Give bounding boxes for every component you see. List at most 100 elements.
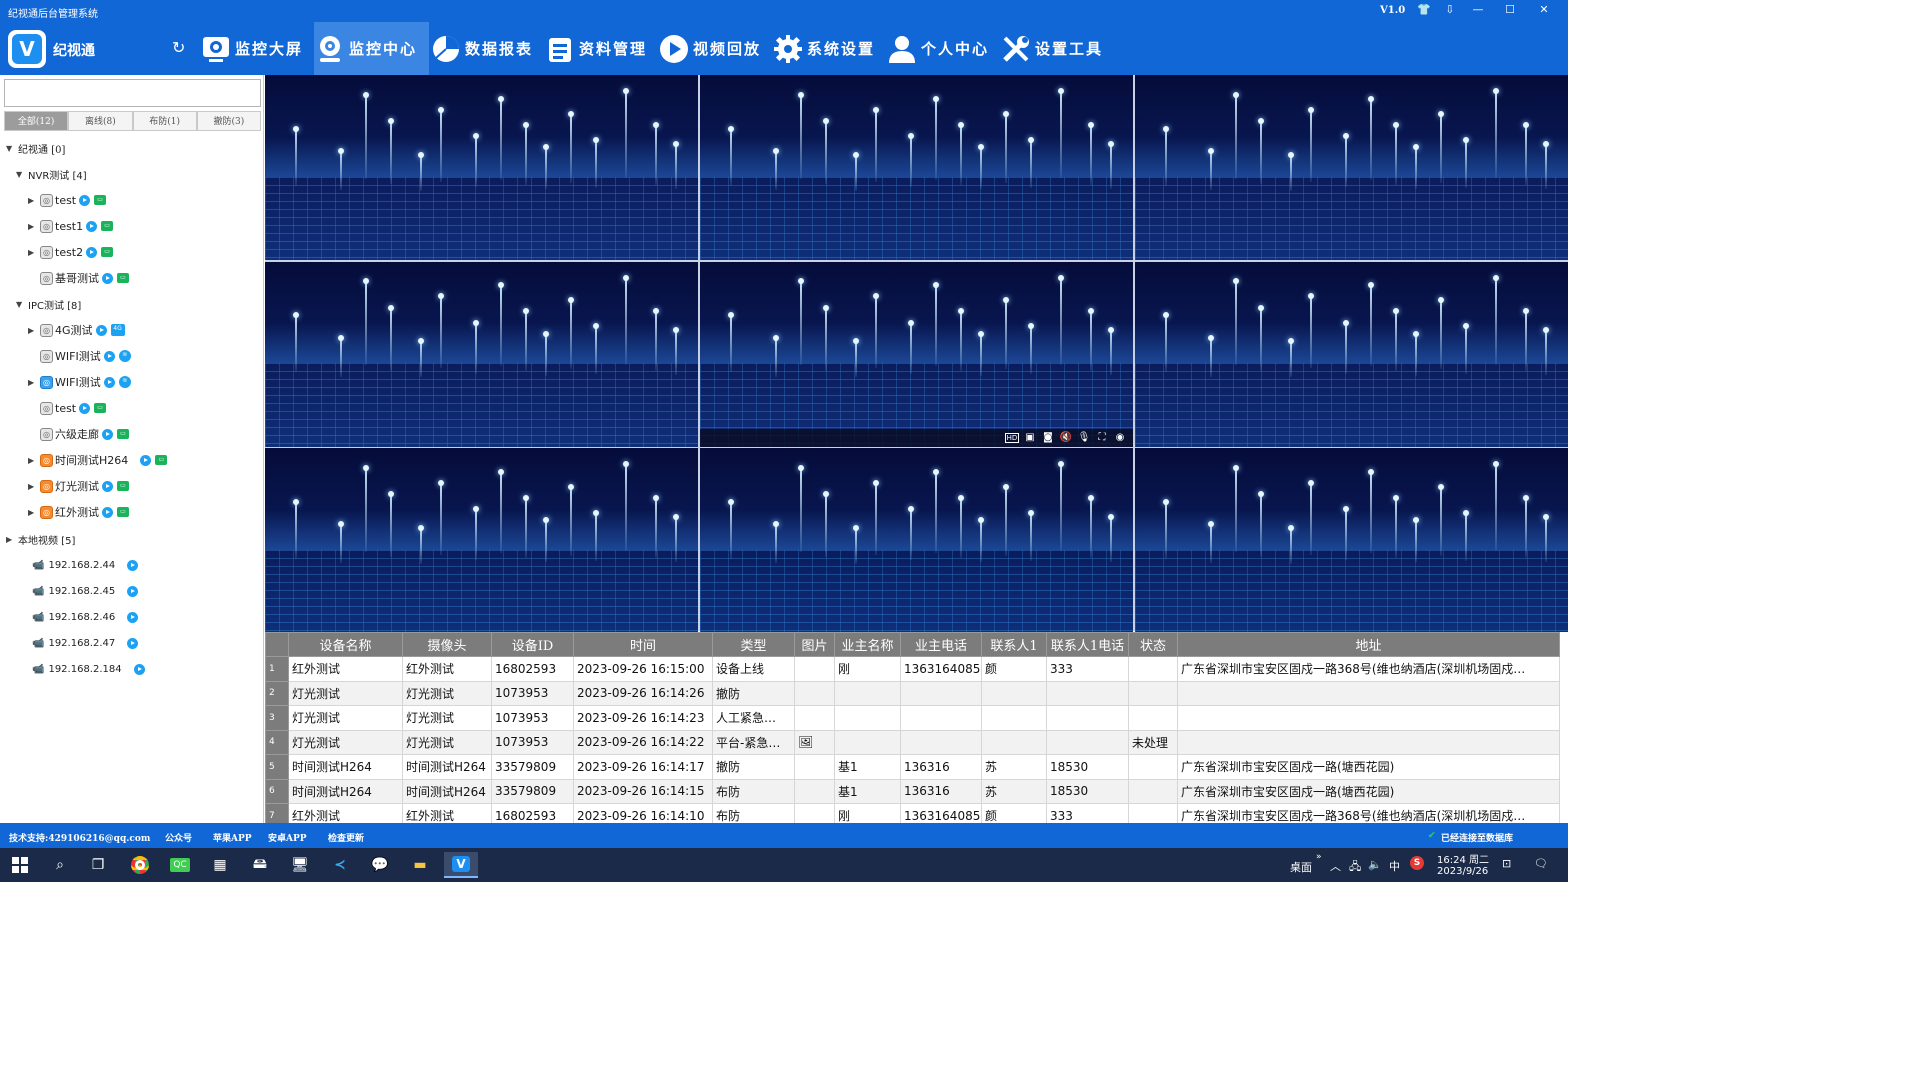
- video-cell-7[interactable]: [265, 448, 698, 633]
- filter-disarmed[interactable]: 撤防(3): [196, 111, 261, 131]
- header-owner-phone[interactable]: 业主电话: [900, 632, 982, 657]
- android-app-link[interactable]: 安卓APP: [268, 831, 307, 844]
- video-cell-4[interactable]: [265, 261, 698, 447]
- search-icon[interactable]: ⌕: [46, 852, 74, 878]
- play-icon[interactable]: [86, 220, 98, 232]
- app-taskbar-icon[interactable]: V: [444, 852, 478, 878]
- app-window-icon[interactable]: ▦: [206, 852, 234, 878]
- play-icon[interactable]: [140, 454, 152, 466]
- expand-arrow-icon[interactable]: ▼: [16, 170, 28, 179]
- vscode-icon[interactable]: ≺: [326, 852, 354, 878]
- hd-icon[interactable]: HD: [1005, 432, 1019, 443]
- play-icon[interactable]: [102, 272, 113, 284]
- filter-all[interactable]: 全部(12): [4, 111, 69, 131]
- maximize-button[interactable]: ☐: [1496, 2, 1524, 20]
- expand-arrow-icon[interactable]: ▶: [6, 535, 18, 544]
- tree-group-nvr[interactable]: ▼ NVR测试 [4]: [16, 164, 87, 184]
- play-icon[interactable]: [102, 428, 113, 440]
- cell-image[interactable]: [794, 778, 835, 804]
- tree-item-local-46[interactable]: 📹 192.168.2.46: [32, 607, 139, 627]
- toolbar-expand-icon[interactable]: »: [1316, 852, 1322, 862]
- nav-setup-tools[interactable]: 设置工具: [1000, 22, 1112, 75]
- tree-item-local-44[interactable]: 📹 192.168.2.44: [32, 555, 139, 575]
- tree-item-ipc-test[interactable]: ◎ test ▭: [40, 398, 107, 418]
- expand-arrow-icon[interactable]: ▼: [16, 300, 28, 309]
- tray-chevron-icon[interactable]: ︿: [1330, 858, 1341, 874]
- notifications-icon[interactable]: 🗨: [1534, 857, 1548, 870]
- tree-item-test1[interactable]: ▶ ◎ test1 ▭: [28, 216, 114, 236]
- play-icon[interactable]: [102, 506, 113, 518]
- play-icon[interactable]: [133, 663, 145, 675]
- tree-item-corridor[interactable]: ◎ 六级走廊 ▭: [40, 424, 129, 444]
- table-row[interactable]: 3 灯光测试 灯光测试 1073953 2023-09-26 16:14:23 人工紧急…: [265, 705, 1560, 731]
- header-owner-name[interactable]: 业主名称: [834, 632, 901, 657]
- cell-image[interactable]: [794, 803, 835, 823]
- remote-desktop-icon[interactable]: 🖥: [286, 852, 314, 878]
- video-cell-5[interactable]: HD ▣ ◙ 🔇 🎙 ⛶ ◉: [700, 261, 1133, 447]
- expand-arrow-icon[interactable]: ▼: [6, 144, 18, 153]
- minimize-button[interactable]: —: [1464, 2, 1492, 20]
- tree-item-local-47[interactable]: 📹 192.168.2.47: [32, 633, 139, 653]
- record-icon[interactable]: ◉: [1113, 432, 1127, 443]
- show-desktop-icon[interactable]: ⊡: [1502, 857, 1511, 870]
- qt-creator-icon[interactable]: QC: [166, 852, 194, 878]
- menu-icon[interactable]: ⇩: [1436, 2, 1464, 20]
- nav-video-playback[interactable]: 视频回放: [658, 22, 770, 75]
- table-row[interactable]: 2 灯光测试 灯光测试 1073953 2023-09-26 16:14:26 撤防: [265, 680, 1560, 706]
- nav-data-management[interactable]: 资料管理: [544, 22, 656, 75]
- header-image[interactable]: 图片: [794, 632, 835, 657]
- clock-time[interactable]: 16:24 周二: [1437, 851, 1489, 866]
- video-cell-2[interactable]: [700, 75, 1133, 260]
- tree-item-test2[interactable]: ▶ ◎ test2 ▭: [28, 242, 114, 262]
- volume-tray-icon[interactable]: 🔈: [1368, 858, 1382, 871]
- filter-offline[interactable]: 离线(8): [68, 111, 133, 131]
- tree-item-wifi-test-2[interactable]: ▶ ◎ WIFI测试 ≋: [28, 372, 131, 392]
- header-type[interactable]: 类型: [712, 632, 795, 657]
- header-contact1[interactable]: 联系人1: [981, 632, 1047, 657]
- sogou-ime-icon[interactable]: S: [1410, 856, 1424, 870]
- play-icon[interactable]: [79, 194, 91, 206]
- cell-image[interactable]: [794, 754, 835, 780]
- header-status[interactable]: 状态: [1128, 632, 1178, 657]
- nav-data-report[interactable]: 数据报表: [430, 22, 542, 75]
- play-icon[interactable]: [127, 637, 139, 649]
- video-cell-6[interactable]: [1135, 261, 1568, 447]
- tree-root[interactable]: ▼ 纪视通 [0]: [6, 138, 65, 158]
- header-address[interactable]: 地址: [1177, 632, 1560, 657]
- desktop-toolbar[interactable]: 桌面: [1290, 859, 1312, 875]
- mic-off-icon[interactable]: 🎙: [1077, 432, 1091, 443]
- header-device-name[interactable]: 设备名称: [288, 632, 403, 657]
- refresh-icon[interactable]: ↻: [172, 38, 185, 57]
- filter-armed[interactable]: 布防(1): [132, 111, 197, 131]
- skin-icon[interactable]: 👕: [1410, 2, 1438, 20]
- table-row[interactable]: 1 红外测试 红外测试 16802593 2023-09-26 16:15:00 设备上线…: [265, 656, 1560, 682]
- tree-item-4g-test[interactable]: ▶ ◎ 4G测试 4G: [28, 320, 125, 340]
- ime-indicator[interactable]: 中: [1389, 858, 1400, 874]
- tree-item-local-184[interactable]: 📹 192.168.2.184: [32, 659, 145, 679]
- chrome-icon[interactable]: [126, 852, 154, 878]
- video-cell-9[interactable]: [1135, 448, 1568, 633]
- cell-image[interactable]: [794, 705, 835, 731]
- tree-group-ipc[interactable]: ▼ IPC测试 [8]: [16, 294, 81, 314]
- tree-item-wifi-test[interactable]: ◎ WIFI测试 ≋: [40, 346, 131, 366]
- play-icon[interactable]: [127, 585, 139, 597]
- close-button[interactable]: ✕: [1530, 2, 1558, 20]
- camera-capture-icon[interactable]: ◙: [1041, 432, 1055, 443]
- windows-start-icon[interactable]: [6, 852, 34, 878]
- tree-item-time-test-h264[interactable]: ▶ ◎ 时间测试H264 ▭: [28, 450, 168, 470]
- mute-icon[interactable]: 🔇: [1059, 432, 1073, 443]
- nav-personal-center[interactable]: 个人中心: [886, 22, 998, 75]
- cell-image[interactable]: 🖼: [794, 729, 835, 755]
- ios-app-link[interactable]: 苹果APP: [213, 831, 252, 844]
- table-row[interactable]: 4 灯光测试 灯光测试 1073953 2023-09-26 16:14:22 平台-紧急…: [265, 729, 1560, 755]
- table-row[interactable]: 6 时间测试H264 时间测试H264 33579809 2023-09-26 16:1…: [265, 778, 1560, 804]
- tree-item-light-test[interactable]: ▶ ◎ 灯光测试 ▭: [28, 476, 129, 496]
- header-time[interactable]: 时间: [573, 632, 713, 657]
- file-explorer-icon[interactable]: ▬: [406, 852, 434, 878]
- header-contact1-phone[interactable]: 联系人1电话: [1046, 632, 1129, 657]
- wechat-icon[interactable]: 💬: [366, 852, 394, 878]
- video-cell-1[interactable]: [265, 75, 698, 260]
- cell-image[interactable]: [794, 680, 835, 706]
- play-icon[interactable]: [102, 480, 113, 492]
- tree-item-test[interactable]: ▶ ◎ test ▭: [28, 190, 107, 210]
